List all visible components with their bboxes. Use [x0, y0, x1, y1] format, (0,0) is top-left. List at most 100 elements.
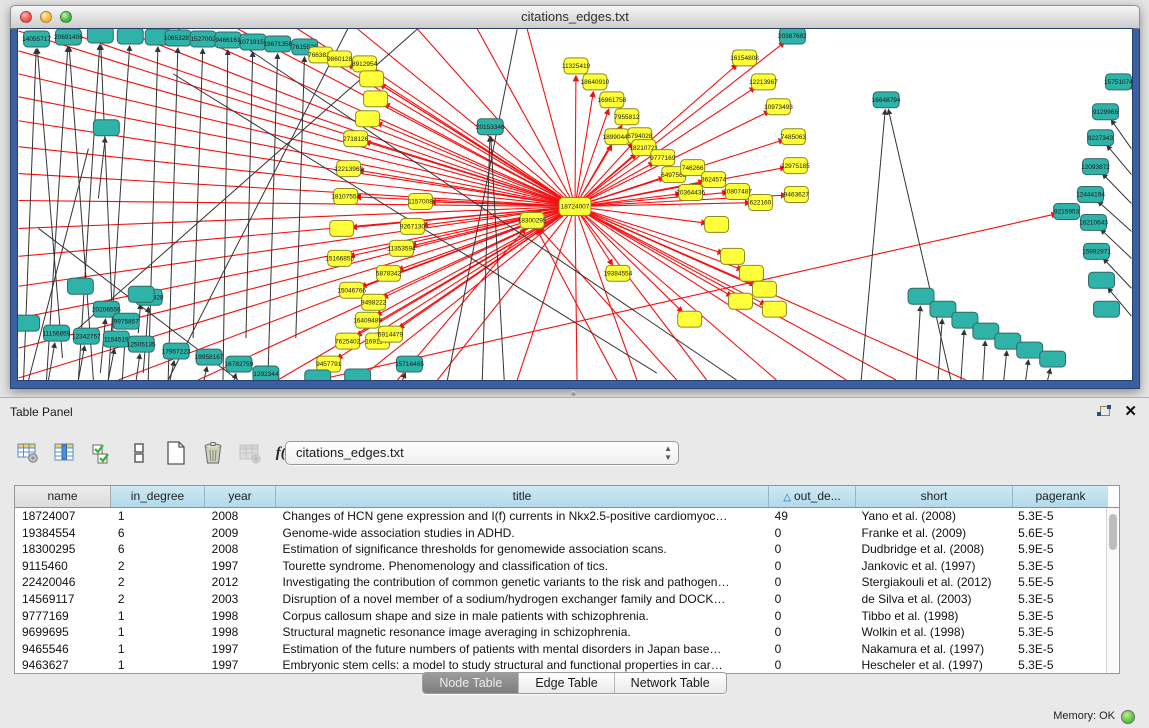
zoom-window-button[interactable] — [60, 11, 72, 23]
graph-node[interactable] — [740, 265, 764, 281]
column-header-name[interactable]: name — [15, 486, 111, 507]
tab-network-table[interactable]: Network Table — [614, 673, 726, 693]
column-header-pagerank[interactable]: pagerank — [1013, 486, 1108, 507]
column-header-short[interactable]: short — [856, 486, 1013, 507]
graph-node-label: 16782759 — [225, 361, 254, 368]
float-panel-icon[interactable] — [1097, 405, 1111, 419]
graph-node[interactable] — [1040, 351, 1066, 367]
table-body: 1872400712008Changes of HCN gene express… — [15, 508, 1106, 673]
graph-node[interactable] — [678, 311, 702, 327]
graph-edge — [1102, 174, 1131, 204]
delete-entries-icon[interactable] — [199, 438, 227, 468]
table-row[interactable]: 946362711997Embryonic stem cells: a mode… — [15, 657, 1106, 673]
table-settings-icon[interactable] — [14, 438, 42, 468]
delete-table-icon[interactable] — [236, 438, 264, 468]
graph-edge — [204, 367, 207, 380]
table-scrollbar[interactable] — [1106, 508, 1119, 673]
graph-node[interactable] — [345, 369, 371, 380]
tab-node-table[interactable]: Node Table — [423, 673, 518, 693]
memory-status-label: Memory: OK — [1053, 710, 1115, 722]
graph-node[interactable] — [18, 315, 40, 331]
table-row[interactable]: 946554611997Estimation of the future num… — [15, 641, 1106, 658]
window-titlebar[interactable]: citations_edges.txt — [10, 5, 1140, 29]
cell-year: 2008 — [205, 541, 276, 558]
graph-node-label: 18724007 — [561, 204, 590, 211]
graph-node-label: 2718126 — [343, 136, 369, 143]
graph-edge — [916, 306, 920, 380]
graph-node-label: 16210643 — [1079, 220, 1108, 227]
graph-node-label: 20387682 — [778, 33, 807, 40]
minimize-window-button[interactable] — [40, 11, 52, 23]
graph-node-label: 6914479 — [378, 331, 404, 338]
graph-node[interactable] — [356, 111, 380, 127]
column-header-year[interactable]: year — [205, 486, 276, 507]
graph-node[interactable] — [752, 281, 776, 297]
table-row[interactable]: 1456911722003Disruption of a novel membe… — [15, 591, 1106, 608]
table-select-dropdown[interactable]: citations_edges.txt ▲▼ — [285, 441, 679, 465]
memory-ok-indicator-icon — [1121, 710, 1135, 724]
scrollbar-thumb[interactable] — [1109, 514, 1117, 550]
graph-node[interactable] — [1094, 301, 1120, 317]
graph-node-label: 14055717 — [22, 36, 51, 43]
column-header-title[interactable]: title — [276, 486, 769, 507]
select-columns-icon[interactable] — [88, 438, 116, 468]
network-canvas[interactable]: 1405571720691406106532871527002946616110… — [18, 29, 1132, 380]
graph-node[interactable] — [364, 91, 388, 107]
graph-edge — [575, 206, 577, 380]
graph-node-label: 11156859 — [43, 330, 71, 337]
show-column-icon[interactable] — [51, 438, 79, 468]
graph-node[interactable] — [729, 293, 753, 309]
graph-node-label: 17957223 — [162, 348, 191, 355]
graph-node[interactable] — [305, 370, 331, 380]
graph-node[interactable] — [360, 71, 384, 87]
graph-edge — [238, 29, 575, 206]
graph-edge — [888, 110, 951, 380]
table-row[interactable]: 969969511998Structural magnetic resonanc… — [15, 624, 1106, 641]
graph-node[interactable] — [87, 29, 113, 43]
graph-node[interactable] — [128, 286, 154, 302]
column-header-in-degree[interactable]: in_degree — [111, 486, 205, 507]
close-window-button[interactable] — [20, 11, 32, 23]
table-row[interactable]: 1830029562008Estimation of significance … — [15, 541, 1106, 558]
new-table-icon[interactable] — [162, 438, 190, 468]
cell-name: 22420046 — [15, 574, 111, 591]
tab-edge-table[interactable]: Edge Table — [518, 673, 613, 693]
graph-node[interactable] — [117, 29, 143, 44]
table-row[interactable]: 1872400712008Changes of HCN gene express… — [15, 508, 1106, 525]
row-height-icon[interactable] — [125, 438, 153, 468]
table-row[interactable]: 977716911998Corpus callosum shape and si… — [15, 608, 1106, 625]
graph-node-label: 11353594 — [387, 246, 416, 253]
close-panel-icon[interactable]: ✕ — [1124, 405, 1137, 419]
table-row[interactable]: 2242004622012Investigating the contribut… — [15, 574, 1106, 591]
graph-node[interactable] — [721, 248, 745, 264]
graph-edge — [1111, 120, 1131, 149]
graph-node-label: 9129966 — [1093, 109, 1119, 116]
window-frame: 1405571720691406106532871527002946616110… — [10, 29, 1140, 389]
cell-pagerank: 5.3E-5 — [1011, 657, 1106, 673]
table-row[interactable]: 1938455462009Genome-wide association stu… — [15, 525, 1106, 542]
cell-out_degree: 0 — [768, 641, 855, 658]
cell-pagerank: 5.3E-5 — [1011, 591, 1106, 608]
table-row[interactable]: 911546021997Tourette syndrome. Phenomeno… — [15, 558, 1106, 575]
graph-node[interactable] — [67, 278, 93, 294]
cell-in_degree: 6 — [111, 541, 205, 558]
graph-node[interactable] — [330, 220, 354, 236]
cell-out_degree: 49 — [768, 508, 855, 525]
table-panel: Table Panel ✕ f(x) citat — [0, 397, 1149, 728]
graph-node[interactable] — [762, 301, 786, 317]
cell-title: Structural magnetic resonance image aver… — [276, 624, 768, 641]
cell-in_degree: 2 — [111, 591, 205, 608]
graph-node[interactable] — [1017, 342, 1043, 358]
graph-node-label: 11325419 — [562, 63, 591, 70]
cell-short: de Silva et al. (2003) — [854, 591, 1011, 608]
graph-node[interactable] — [908, 288, 934, 304]
graph-node[interactable] — [705, 216, 729, 232]
horizontal-splitter[interactable] — [0, 389, 1149, 397]
cell-name: 9777169 — [15, 608, 111, 625]
cell-title: Changes of HCN gene expression and I(f) … — [276, 508, 768, 525]
column-header-out-degree[interactable]: △out_de... — [769, 486, 856, 507]
graph-node-label: 12505135 — [127, 341, 156, 348]
cell-year: 1997 — [205, 558, 276, 575]
graph-node[interactable] — [93, 120, 119, 136]
graph-node[interactable] — [1089, 272, 1115, 288]
